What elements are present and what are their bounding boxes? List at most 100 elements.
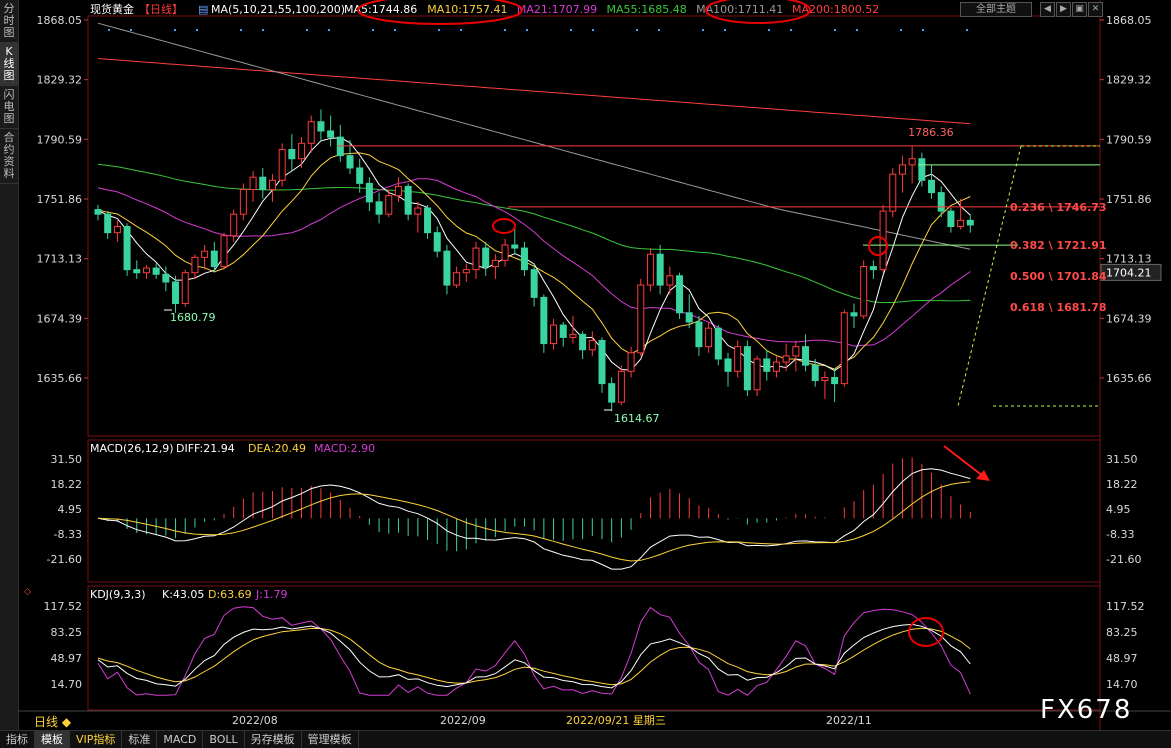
ma5-line (97, 137, 971, 372)
price-axis-left-label: 1674.39 (37, 312, 83, 325)
candle-body (210, 250, 218, 268)
candle-body (249, 176, 257, 191)
candle-body (840, 312, 848, 385)
candle-body (608, 383, 616, 403)
macd-axis-left-label: 31.50 (51, 453, 83, 466)
candle-body (268, 179, 276, 191)
candle-body (743, 346, 751, 391)
price-axis-left-label: 1751.86 (37, 193, 83, 206)
candle-body (191, 256, 199, 274)
signal-dot (306, 29, 308, 31)
candle-body (491, 259, 499, 268)
signal-dot (262, 29, 264, 31)
signal-dot (768, 29, 770, 31)
window-max-button[interactable]: ▣ (1072, 2, 1087, 17)
signal-dot (636, 29, 638, 31)
candle-body (346, 155, 354, 169)
signal-dot (130, 29, 132, 31)
bottom-tab-6[interactable]: 另存模板 (245, 731, 302, 748)
bottom-tab-2[interactable]: VIP指标 (70, 731, 123, 748)
candle-body (637, 284, 645, 354)
macd-label: MACD(26,12,9) (90, 442, 174, 455)
macd-axis-left-label: 4.95 (58, 503, 83, 516)
candle-body (908, 158, 916, 166)
candle-body (152, 267, 160, 275)
bottom-tab-3[interactable]: 标准 (122, 731, 158, 748)
signal-dot (834, 29, 836, 31)
period-selector[interactable]: 日线 ◆ (34, 715, 72, 729)
candle-body (898, 164, 906, 175)
candle-body (957, 219, 965, 228)
left-tab-2[interactable]: 闪电图 (0, 86, 18, 129)
candle-body (365, 182, 373, 203)
candle-body (433, 232, 441, 252)
macd-axis-right-label: -21.60 (1106, 553, 1141, 566)
left-tab-1[interactable]: K线图 (0, 43, 18, 86)
candle-body (928, 179, 936, 194)
price-axis-left-label: 1713.13 (37, 253, 83, 266)
window-prev-button[interactable]: ◀ (1040, 2, 1055, 17)
window-close-button[interactable]: ✕ (1088, 2, 1103, 17)
signal-dot (658, 29, 660, 31)
ma-value-3: MA55:1685.48 (607, 3, 687, 16)
signal-dot (702, 29, 704, 31)
candle-body (889, 173, 897, 212)
candle-body (569, 333, 577, 338)
candle-body (918, 158, 926, 181)
highlight-ellipse-kdj (908, 617, 944, 647)
candle-body (802, 346, 810, 366)
theme-select-button[interactable]: 全部主题 (960, 2, 1032, 17)
bottom-tab-1[interactable]: 模板 (35, 731, 70, 748)
bottom-tab-4[interactable]: MACD (157, 731, 204, 748)
signal-dot (240, 29, 242, 31)
candle-body (482, 247, 490, 268)
signal-dot (900, 29, 902, 31)
candle-body (772, 361, 780, 372)
left-tab-3[interactable]: 合约资料 (0, 129, 18, 184)
kdj-axis-right-label: 83.25 (1106, 626, 1138, 639)
signal-dot (108, 29, 110, 31)
candle-body (104, 213, 112, 234)
chart-stage[interactable]: 1868.05 1868.05 1829.32 1829.32 1790.59 1790.… (18, 0, 1171, 734)
kdj-axis-right-label: 48.97 (1106, 652, 1138, 665)
candle-body (782, 355, 790, 363)
x-date-label: 2022/08 (232, 714, 278, 727)
bottom-tab-0[interactable]: 指标 (0, 731, 35, 748)
kdj-k-label: K:43.05 (162, 588, 204, 601)
ma-label: MA(5,10,21,55,100,200) (211, 3, 345, 16)
macd-axis-left-label: -21.60 (47, 553, 82, 566)
signal-dot (526, 29, 528, 31)
low2-label: 1614.67 (614, 412, 660, 425)
candle-body (394, 185, 402, 197)
price-axis-left-label: 1868.05 (37, 14, 83, 27)
left-tab-0[interactable]: 分时图 (0, 0, 18, 43)
candle-body (763, 358, 771, 372)
price-axis-right-label: 1751.86 (1106, 193, 1152, 206)
candle-body (356, 167, 364, 184)
candle-body (617, 370, 625, 403)
chart-canvas[interactable]: 1868.05 1868.05 1829.32 1829.32 1790.59 1790.… (18, 0, 1171, 730)
candle-body (511, 244, 519, 249)
signal-dot (724, 29, 726, 31)
candle-body (239, 189, 247, 215)
bottom-tab-7[interactable]: 管理模板 (302, 731, 359, 748)
candle-body (520, 247, 528, 271)
candle-body (734, 346, 742, 372)
kdj-j-line (97, 606, 971, 696)
candle-body (201, 250, 209, 258)
candle-body (298, 142, 306, 160)
x-date-label: 2022/09 (440, 714, 486, 727)
kdj-j-label: J:1.79 (255, 588, 287, 601)
kdj-axis-left-label: 14.70 (51, 678, 83, 691)
candle-body (259, 176, 267, 191)
candle-body (860, 266, 868, 317)
candle-body (530, 269, 538, 298)
bottom-tab-5[interactable]: BOLL (203, 731, 245, 748)
kdj-axis-left-label: 117.52 (44, 600, 83, 613)
kdj-axis-left-label: 48.97 (51, 652, 83, 665)
x-date-label: 2022/11 (826, 714, 872, 727)
candle-body (404, 185, 412, 215)
fib-label-0.500: 0.500 \ 1701.84 (1010, 270, 1107, 283)
current-price-label: 1704.21 (1106, 266, 1152, 279)
window-next-button[interactable]: ▶ (1056, 2, 1071, 17)
